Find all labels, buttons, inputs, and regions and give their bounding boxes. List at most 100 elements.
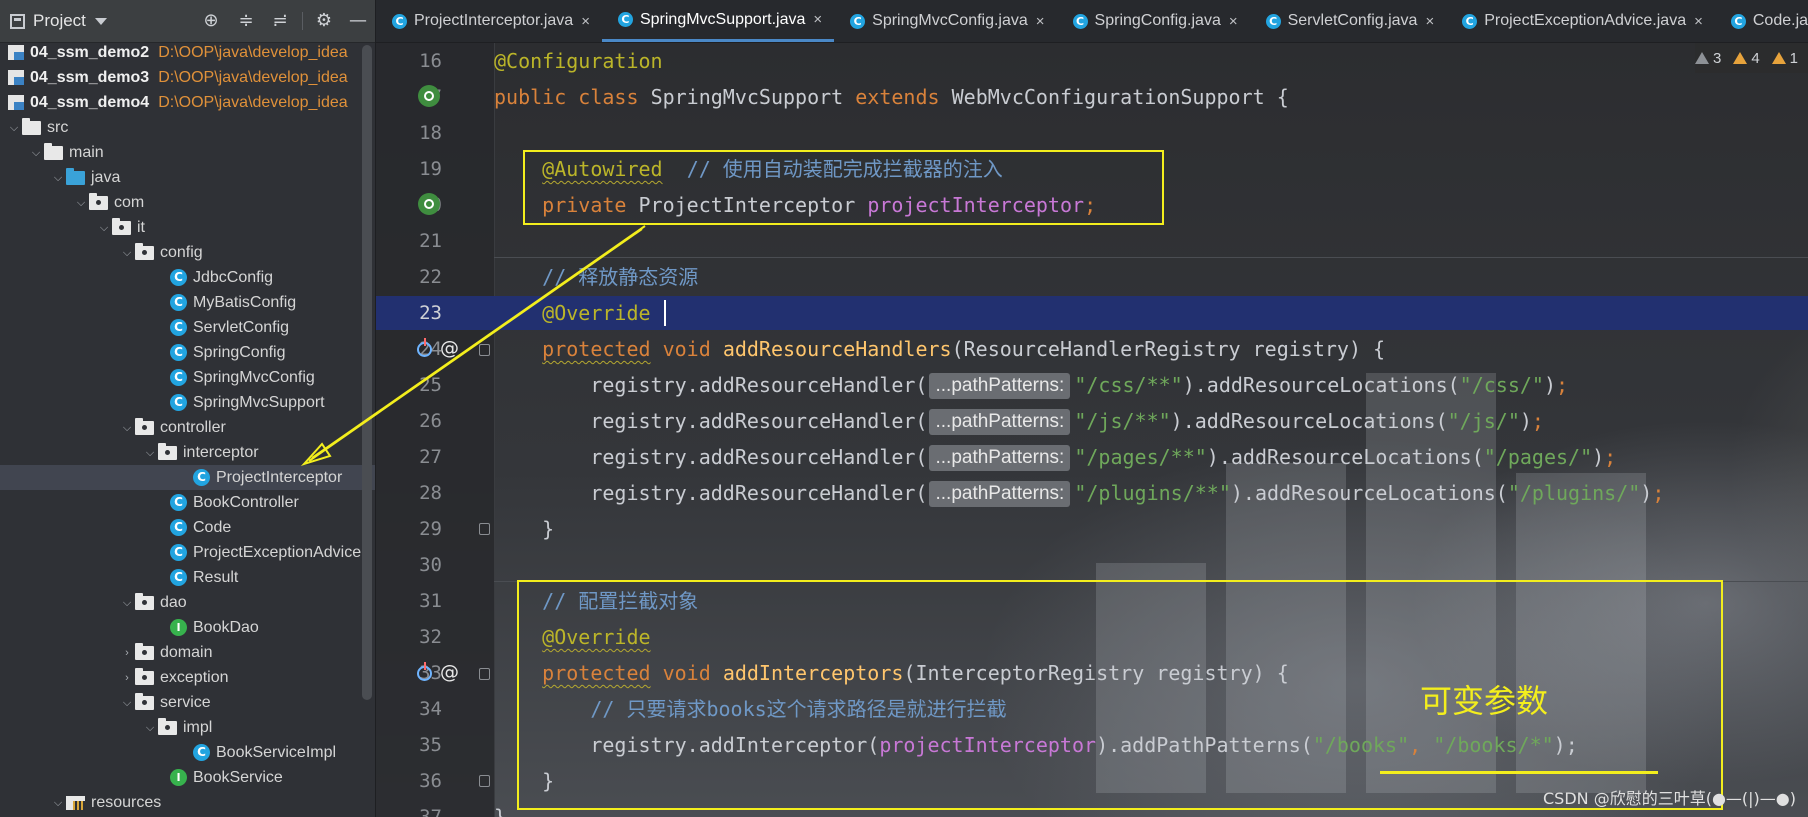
chevron-down-icon[interactable]: ⌵ [6, 120, 22, 136]
override-method-icon[interactable] [417, 662, 432, 681]
module-name: 04_ssm_demo2 [30, 43, 150, 61]
chevron-down-icon[interactable]: ⌵ [119, 595, 135, 611]
tree-label: interceptor [183, 443, 259, 461]
tree-class-item[interactable]: C Code [0, 515, 375, 540]
tree-class-item[interactable]: C Result [0, 565, 375, 590]
tree-package-interceptor[interactable]: ⌵ interceptor [0, 440, 375, 465]
fold-icon[interactable] [479, 344, 490, 356]
tab-servletconfig[interactable]: C ServletConfig.java × [1250, 0, 1447, 42]
code-line: 28 registry.addResourceHandler(...pathPa… [376, 475, 1808, 511]
tree-package-exception[interactable]: › exception [0, 665, 375, 690]
line-number: 25 [419, 374, 442, 396]
tree-package-it[interactable]: ⌵ it [0, 215, 375, 240]
code-token: class [578, 85, 639, 109]
chevron-down-icon[interactable]: ⌵ [142, 445, 158, 461]
chevron-down-icon[interactable]: ⌵ [73, 195, 89, 211]
tree-folder-resources[interactable]: ⌵ resources [0, 790, 375, 815]
tab-projectexceptionadvice[interactable]: C ProjectExceptionAdvice.java × [1446, 0, 1715, 42]
at-annotation-icon[interactable]: @ [440, 662, 459, 682]
tree-folder-src[interactable]: ⌵ src [0, 115, 375, 140]
class-icon: C [170, 519, 187, 536]
tree-module-row[interactable]: 04_ssm_demo4 D:\OOP\java\develop_idea [0, 90, 375, 115]
close-icon[interactable]: × [813, 11, 822, 28]
tree-class-item[interactable]: C JdbcConfig [0, 265, 375, 290]
tree-class-item[interactable]: C SpringMvcSupport [0, 390, 375, 415]
close-icon[interactable]: × [1229, 13, 1238, 30]
close-icon[interactable]: × [581, 13, 590, 30]
interface-icon: I [170, 769, 187, 786]
package-icon [135, 667, 154, 685]
code-token: ; [1556, 373, 1569, 397]
tree-class-item[interactable]: C SpringMvcConfig [0, 365, 375, 390]
tab-springmvcconfig[interactable]: C SpringMvcConfig.java × [834, 0, 1056, 42]
fold-icon[interactable] [479, 668, 490, 680]
tree-class-item[interactable]: C BookController [0, 490, 375, 515]
tree-class-item-selected[interactable]: C ProjectInterceptor [0, 465, 375, 490]
expand-all-icon[interactable]: ≑ [235, 10, 257, 32]
tree-folder-main[interactable]: ⌵ main [0, 140, 375, 165]
tree-folder-java[interactable]: ⌵ java [0, 165, 375, 190]
tree-package-service[interactable]: ⌵ service [0, 690, 375, 715]
project-view-selector[interactable]: Project [10, 9, 107, 33]
close-icon[interactable]: × [1694, 13, 1703, 30]
chevron-right-icon[interactable]: › [119, 670, 135, 686]
tree-label: controller [160, 418, 226, 436]
tree-module-row[interactable]: 04_ssm_demo2 D:\OOP\java\develop_idea [0, 40, 375, 65]
module-icon [8, 95, 24, 110]
tree-class-item[interactable]: C SpringConfig [0, 340, 375, 365]
code-token: ) [1519, 409, 1532, 433]
code-token: ).addResourceLocations( [1182, 373, 1460, 397]
module-path: D:\OOP\java\develop_idea [158, 43, 348, 61]
tab-projectinterceptor[interactable]: C ProjectInterceptor.java × [376, 0, 602, 42]
folder-icon [44, 142, 63, 160]
package-icon [135, 417, 154, 435]
close-icon[interactable]: × [1036, 13, 1045, 30]
autowired-navigate-icon[interactable] [418, 193, 440, 215]
chevron-right-icon[interactable]: › [119, 645, 135, 661]
tree-interface-item[interactable]: I BookService [0, 765, 375, 790]
override-method-icon[interactable] [417, 338, 432, 357]
tab-code[interactable]: C Code.java [1715, 0, 1808, 42]
chevron-down-icon[interactable]: ⌵ [50, 795, 66, 811]
tree-label: BookService [193, 768, 283, 786]
gear-icon[interactable]: ⚙ [313, 10, 335, 32]
tree-class-item[interactable]: C MyBatisConfig [0, 290, 375, 315]
code-token: ; [1652, 481, 1665, 505]
line-number: 31 [419, 590, 442, 612]
tree-package-config[interactable]: ⌵ config [0, 240, 375, 265]
tree-package-controller[interactable]: ⌵ controller [0, 415, 375, 440]
class-icon: C [850, 13, 866, 29]
highlight-box-autowired [523, 150, 1164, 225]
code-token: ) [1543, 373, 1557, 397]
minimize-icon[interactable]: — [347, 10, 369, 32]
close-icon[interactable]: × [1425, 13, 1434, 30]
package-icon [89, 192, 108, 210]
parameter-hint: ...pathPatterns: [929, 445, 1071, 471]
tree-module-row[interactable]: 04_ssm_demo3 D:\OOP\java\develop_idea [0, 65, 375, 90]
chevron-down-icon[interactable]: ⌵ [119, 420, 135, 436]
chevron-down-icon[interactable]: ⌵ [119, 695, 135, 711]
chevron-down-icon[interactable]: ⌵ [142, 720, 158, 736]
chevron-down-icon[interactable]: ⌵ [119, 245, 135, 261]
tree-package-impl[interactable]: ⌵ impl [0, 715, 375, 740]
sidebar-scrollbar[interactable] [362, 45, 372, 700]
tree-class-item[interactable]: C ServletConfig [0, 315, 375, 340]
tree-interface-item[interactable]: I BookDao [0, 615, 375, 640]
crosshair-icon[interactable]: ⊕ [200, 10, 222, 32]
tree-class-item[interactable]: C BookServiceImpl [0, 740, 375, 765]
tree-class-item[interactable]: C ProjectExceptionAdvice [0, 540, 375, 565]
at-annotation-icon[interactable]: @ [440, 338, 459, 358]
tree-label: src [47, 118, 69, 136]
fold-icon[interactable] [479, 775, 490, 787]
tree-package-com[interactable]: ⌵ com [0, 190, 375, 215]
collapse-all-icon[interactable]: ≓ [269, 10, 291, 32]
tree-package-dao[interactable]: ⌵ dao [0, 590, 375, 615]
spring-bean-icon[interactable] [418, 85, 440, 107]
chevron-down-icon[interactable]: ⌵ [96, 220, 112, 236]
tab-springconfig[interactable]: C SpringConfig.java × [1057, 0, 1250, 42]
fold-icon[interactable] [479, 523, 490, 535]
tab-springmvcsupport[interactable]: C SpringMvcSupport.java × [601, 0, 835, 42]
chevron-down-icon[interactable]: ⌵ [28, 145, 44, 161]
chevron-down-icon[interactable]: ⌵ [50, 170, 66, 186]
tree-package-domain[interactable]: › domain [0, 640, 375, 665]
